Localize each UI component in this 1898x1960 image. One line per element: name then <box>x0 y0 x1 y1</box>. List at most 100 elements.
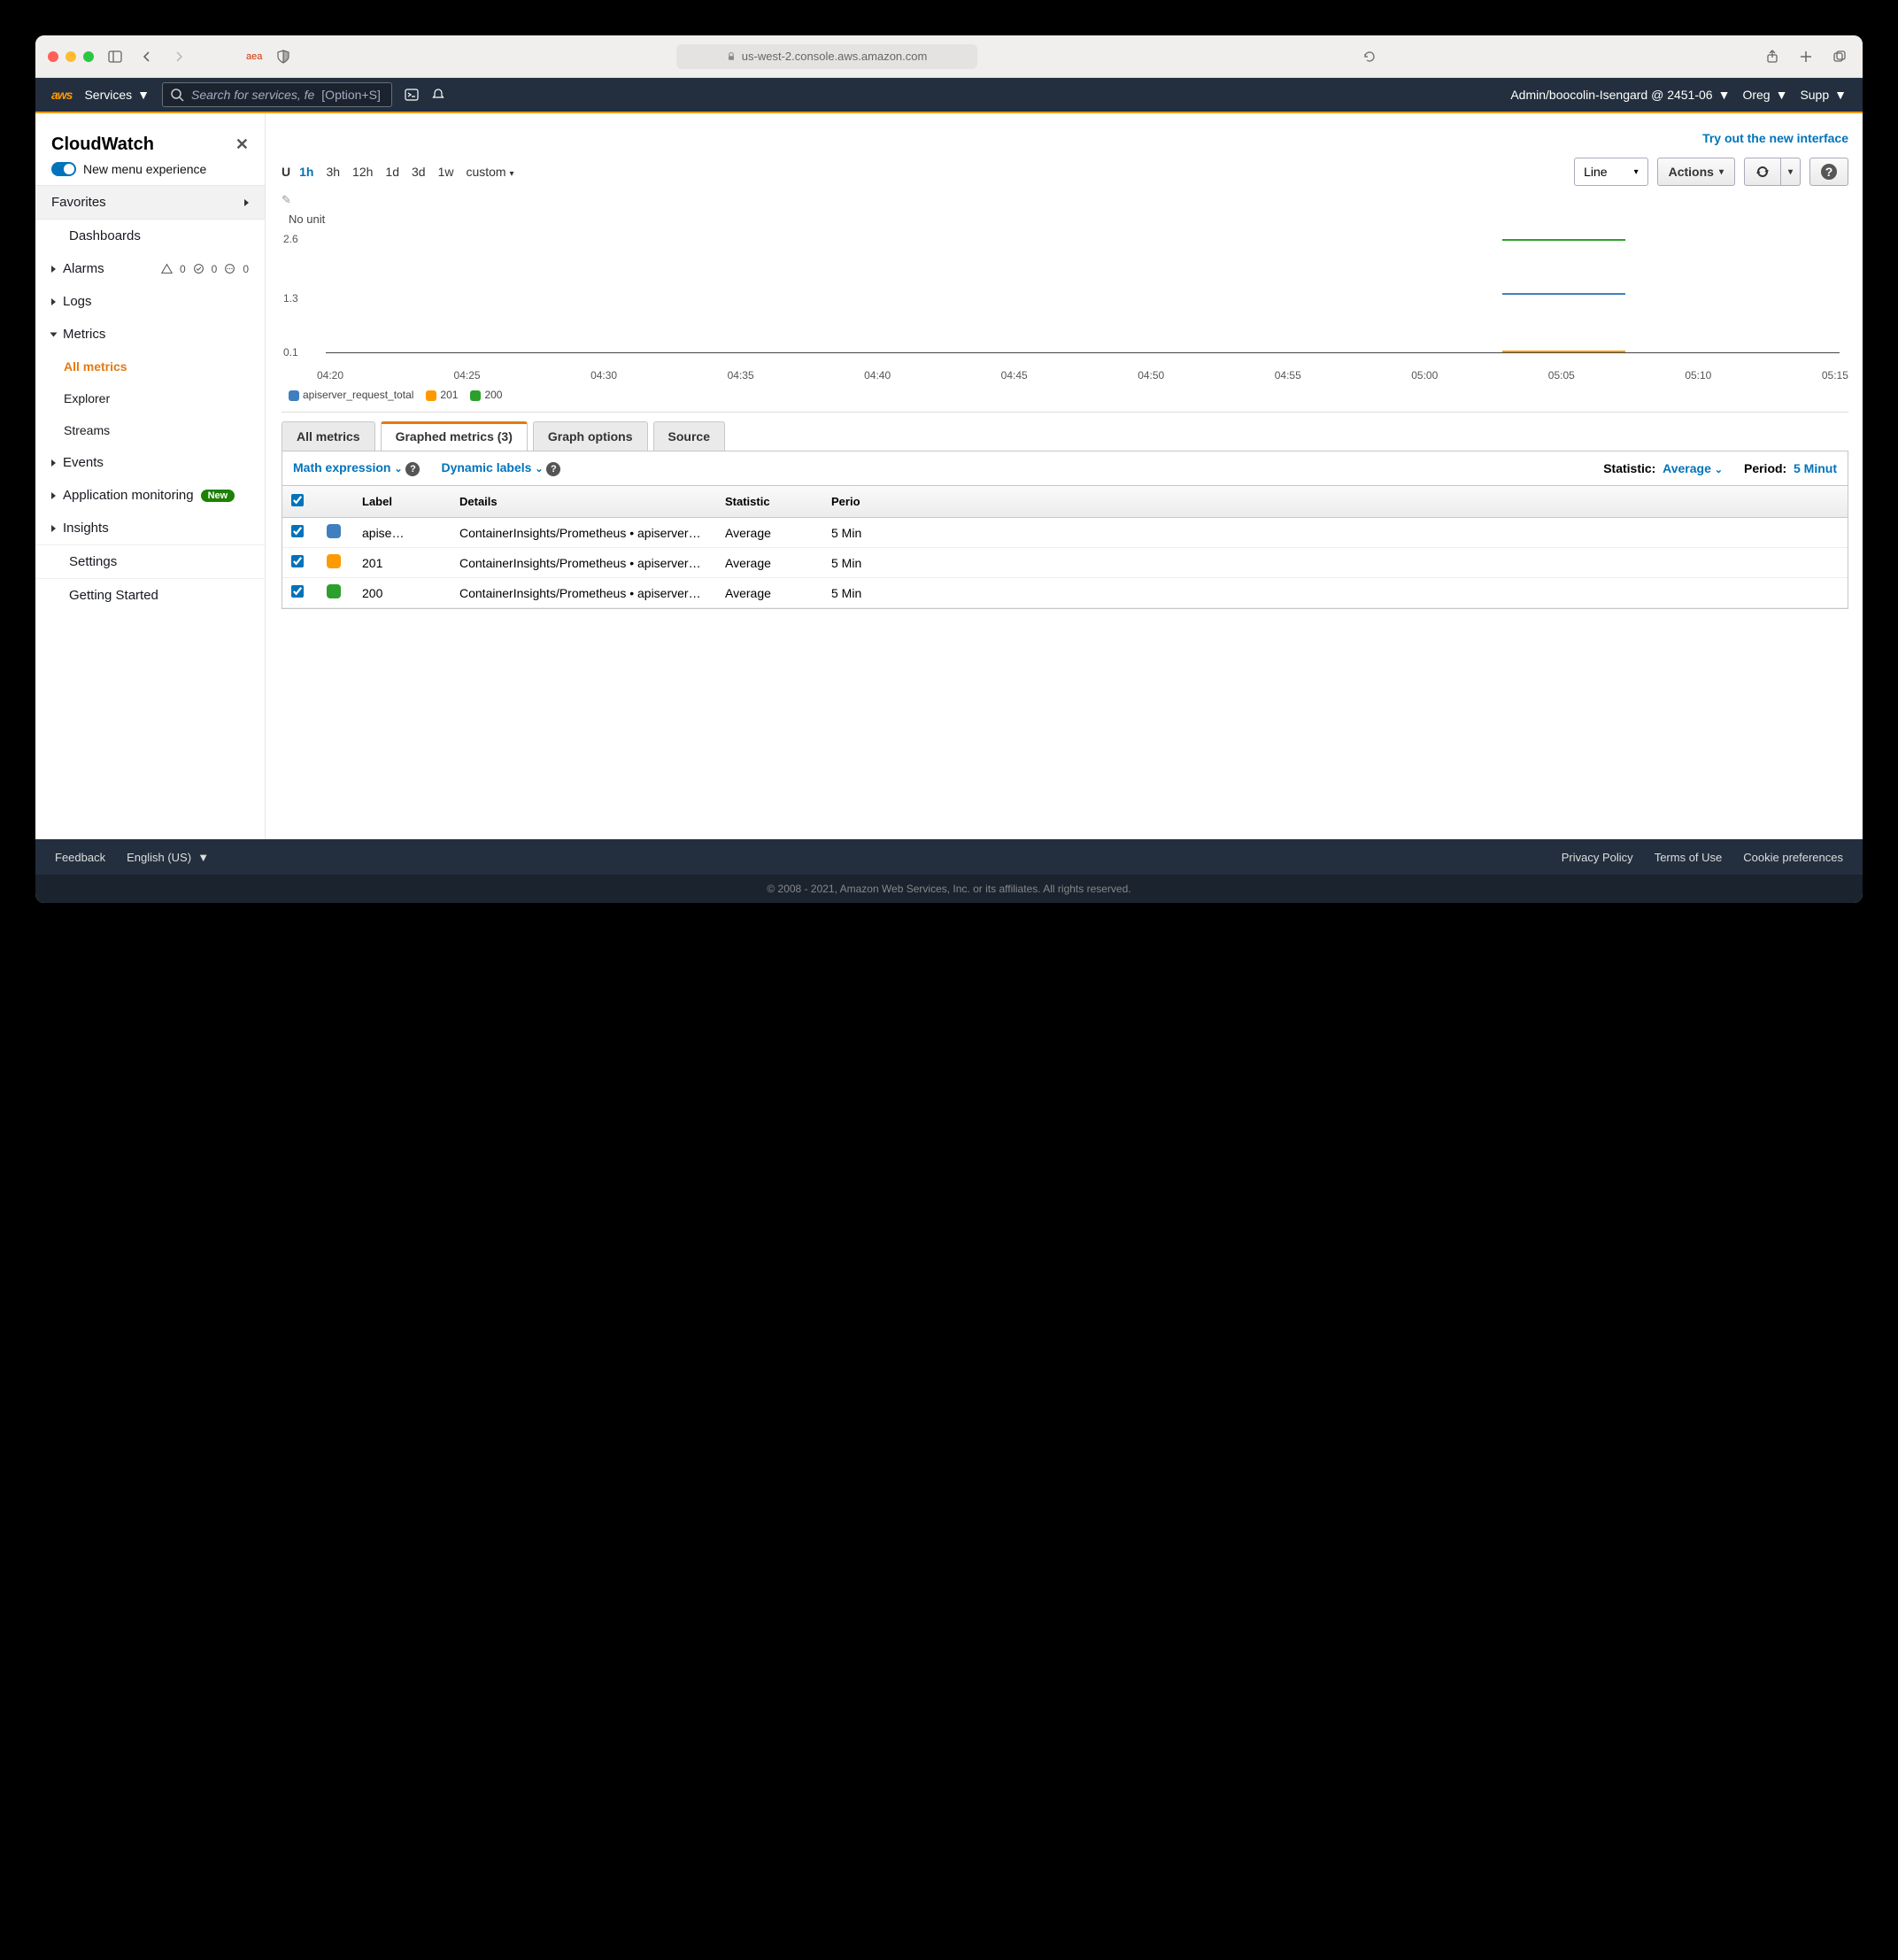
terms-link[interactable]: Terms of Use <box>1655 851 1723 864</box>
refresh-dropdown[interactable]: ▾ <box>1781 158 1801 186</box>
tab-graphed-metrics[interactable]: Graphed metrics (3) <box>381 421 528 451</box>
time-1w[interactable]: 1w <box>438 165 454 179</box>
time-custom[interactable]: custom ▾ <box>466 165 513 179</box>
region-menu[interactable]: Oreg ▼ <box>1742 88 1787 102</box>
sidebar-item-getting-started[interactable]: Getting Started <box>35 578 265 612</box>
notifications-icon[interactable] <box>431 88 445 102</box>
sidebar-item-settings[interactable]: Settings <box>35 544 265 578</box>
language-selector[interactable]: English (US) ▼ <box>127 851 209 864</box>
sidebar-toggle-icon[interactable] <box>104 46 126 67</box>
undo-icon[interactable]: U <box>282 165 290 179</box>
tab-source[interactable]: Source <box>653 421 725 451</box>
window-controls <box>48 51 94 62</box>
sidebar-favorites[interactable]: Favorites <box>35 185 265 220</box>
period-selector[interactable]: Period: 5 Minut <box>1744 461 1837 475</box>
x-axis <box>326 352 1840 353</box>
aws-global-nav: aws Services ▼ Search for services, fe [… <box>35 78 1863 113</box>
col-details: Details <box>451 495 716 508</box>
tabs-icon[interactable] <box>1829 46 1850 67</box>
chevron-right-icon <box>51 525 56 532</box>
math-expression-link[interactable]: Math expression ⌄ ? <box>293 460 420 476</box>
sidebar-item-explorer[interactable]: Explorer <box>35 382 265 414</box>
statistic-selector[interactable]: Statistic: Average ⌄ <box>1603 461 1723 475</box>
metrics-table: Label Details Statistic Perio apise…Cont… <box>282 486 1848 609</box>
new-tab-icon[interactable] <box>1795 46 1817 67</box>
color-swatch <box>327 584 341 598</box>
chevron-right-icon <box>51 298 56 305</box>
shield-icon[interactable] <box>273 46 294 67</box>
select-all-checkbox[interactable] <box>291 494 304 506</box>
table-row[interactable]: 200ContainerInsights/Prometheus • apiser… <box>282 578 1848 608</box>
time-3h[interactable]: 3h <box>326 165 340 179</box>
tab-graph-options[interactable]: Graph options <box>533 421 648 451</box>
table-row[interactable]: 201ContainerInsights/Prometheus • apiser… <box>282 548 1848 578</box>
share-icon[interactable] <box>1762 46 1783 67</box>
sidebar-item-all-metrics[interactable]: All metrics <box>35 351 265 382</box>
chevron-right-icon <box>51 266 56 273</box>
sidebar-item-streams[interactable]: Streams <box>35 414 265 446</box>
row-label: 201 <box>353 556 451 570</box>
new-menu-toggle[interactable]: New menu experience <box>35 160 265 185</box>
url-text: us-west-2.console.aws.amazon.com <box>742 50 928 63</box>
try-new-interface-link[interactable]: Try out the new interface <box>282 126 1848 158</box>
time-range-picker: 1h 3h 12h 1d 3d 1w custom ▾ <box>299 165 513 179</box>
tab-all-metrics[interactable]: All metrics <box>282 421 375 451</box>
sidebar-title: CloudWatch <box>51 135 154 155</box>
browser-toolbar: aea us-west-2.console.aws.amazon.com <box>35 35 1863 78</box>
back-button[interactable] <box>136 46 158 67</box>
row-checkbox[interactable] <box>291 585 304 598</box>
row-label: 200 <box>353 586 451 600</box>
footer-links: Feedback English (US) ▼ Privacy Policy T… <box>35 839 1863 875</box>
help-icon[interactable]: ? <box>546 462 560 476</box>
col-statistic: Statistic <box>716 495 822 508</box>
actions-button[interactable]: Actions▾ <box>1657 158 1735 186</box>
row-statistic: Average <box>716 526 822 540</box>
help-icon[interactable]: ? <box>405 462 420 476</box>
row-checkbox[interactable] <box>291 555 304 567</box>
address-bar[interactable]: us-west-2.console.aws.amazon.com <box>676 44 977 69</box>
dynamic-labels-link[interactable]: Dynamic labels ⌄ ? <box>441 460 560 476</box>
feedback-link[interactable]: Feedback <box>55 851 105 864</box>
aws-logo[interactable]: aws <box>51 88 72 102</box>
row-checkbox[interactable] <box>291 525 304 537</box>
account-menu[interactable]: Admin/boocolin-Isengard @ 2451-06 ▼ <box>1510 88 1730 102</box>
forward-button[interactable] <box>168 46 189 67</box>
privacy-link[interactable]: Privacy Policy <box>1562 851 1633 864</box>
row-details: ContainerInsights/Prometheus • apiserver… <box>451 586 716 600</box>
cloudshell-icon[interactable] <box>405 88 419 102</box>
sidebar-item-app-monitoring[interactable]: Application monitoringNew <box>35 479 265 512</box>
table-row[interactable]: apise…ContainerInsights/Prometheus • api… <box>282 518 1848 548</box>
close-window[interactable] <box>48 51 58 62</box>
extension-badge[interactable]: aea <box>246 51 262 62</box>
sidebar-item-insights[interactable]: Insights <box>35 512 265 544</box>
reload-icon[interactable] <box>1359 46 1380 67</box>
time-1d[interactable]: 1d <box>385 165 399 179</box>
search-placeholder: Search for services, fe <box>191 88 314 102</box>
sidebar-item-events[interactable]: Events <box>35 446 265 479</box>
chart-type-select[interactable]: Line▾ <box>1574 158 1648 186</box>
row-details: ContainerInsights/Prometheus • apiserver… <box>451 556 716 570</box>
minimize-window[interactable] <box>66 51 76 62</box>
color-swatch <box>327 524 341 538</box>
service-search[interactable]: Search for services, fe [Option+S] <box>162 82 392 107</box>
series-200 <box>1502 239 1624 241</box>
resize-handle[interactable] <box>282 412 1848 413</box>
time-1h[interactable]: 1h <box>299 165 313 179</box>
refresh-button[interactable] <box>1744 158 1781 186</box>
toggle-switch-icon[interactable] <box>51 162 76 176</box>
sidebar-item-metrics[interactable]: Metrics <box>35 318 265 351</box>
support-menu[interactable]: Supp ▼ <box>1800 88 1847 102</box>
sidebar-item-dashboards[interactable]: Dashboards <box>35 220 265 252</box>
cookies-link[interactable]: Cookie preferences <box>1743 851 1843 864</box>
time-12h[interactable]: 12h <box>352 165 373 179</box>
sidebar-item-alarms[interactable]: Alarms 0 0 0 <box>35 252 265 285</box>
time-3d[interactable]: 3d <box>412 165 426 179</box>
services-menu[interactable]: Services ▼ <box>84 88 150 102</box>
metrics-chart[interactable]: 2.6 1.3 0.1 <box>308 228 1840 369</box>
chart-legend: apiserver_request_total 201 200 <box>289 389 1848 401</box>
maximize-window[interactable] <box>83 51 94 62</box>
sidebar-item-logs[interactable]: Logs <box>35 285 265 318</box>
help-button[interactable]: ? <box>1809 158 1848 186</box>
edit-title-icon[interactable]: ✎ <box>282 193 1848 207</box>
close-sidebar-icon[interactable]: ✕ <box>235 135 249 154</box>
